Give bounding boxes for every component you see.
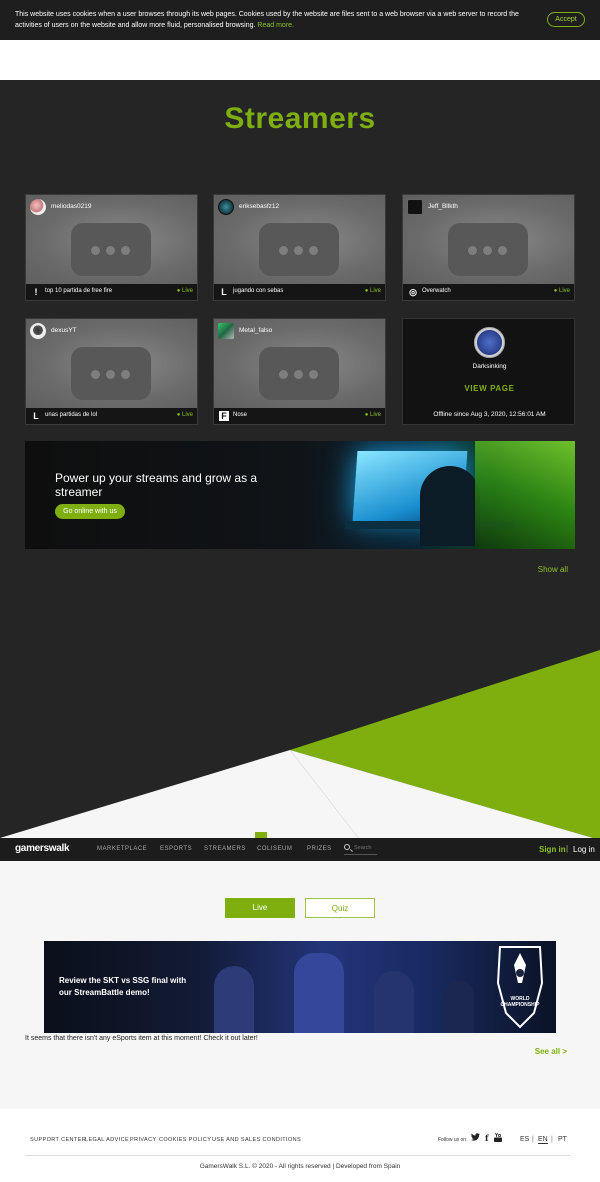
facebook-icon[interactable]: f	[485, 1133, 488, 1143]
cookie-accept-button[interactable]: Accept	[547, 12, 585, 27]
sign-in-link[interactable]: Sign in	[539, 845, 566, 854]
main-navbar: gamerswalk MARKETPLACE ESPORTS STREAMERS…	[0, 838, 600, 861]
language-en[interactable]: EN	[538, 1136, 548, 1144]
language-es[interactable]: ES	[520, 1136, 529, 1143]
tab-live[interactable]: Live	[225, 898, 295, 918]
stream-title: Overwatch	[422, 288, 451, 294]
stream-footer: F Nose ● Live	[214, 408, 385, 424]
stream-title: top 10 partida de free fire	[45, 288, 113, 294]
stream-footer: ◎ Overwatch ● Live	[403, 284, 574, 300]
game-icon: L	[33, 411, 39, 421]
live-status: ● Live	[176, 412, 193, 418]
language-separator: |	[532, 1136, 534, 1143]
streamer-name: Darksinking	[472, 363, 507, 370]
streamer-name: eriksebasfz12	[239, 203, 280, 210]
streamer-name: Metal_falso	[239, 327, 273, 334]
streamers-section: Streamers meliodas0219 ! top 10 partida …	[0, 80, 600, 840]
world-championship-logo-text: WORLD CHAMPIONSHIP	[500, 996, 540, 1008]
live-status: ● Live	[553, 288, 570, 294]
character-silhouette	[444, 981, 474, 1033]
offline-since-text: Offline since Aug 3, 2020, 12:56:01 AM	[433, 411, 546, 418]
live-status: ● Live	[176, 288, 193, 294]
decorative-triangles	[0, 650, 600, 840]
cookie-banner: This website uses cookies when a user br…	[0, 0, 600, 40]
stream-card[interactable]: dexusYT L unas partidas de lol ● Live	[25, 318, 198, 425]
avatar	[30, 323, 46, 339]
character-silhouette	[374, 971, 414, 1033]
streamer-promo-banner: Power up your streams and grow as a stre…	[25, 441, 575, 549]
gamerswalk-logo[interactable]: gamerswalk	[15, 843, 70, 854]
character-silhouette	[214, 966, 254, 1033]
green-glow-decoration	[475, 441, 575, 549]
game-icon: L	[221, 287, 227, 297]
stream-footer: L unas partidas de lol ● Live	[26, 408, 197, 424]
search-icon	[344, 844, 350, 850]
gamer-silhouette	[420, 466, 480, 546]
streamer-name: Jeff_Bllkth	[428, 203, 458, 210]
game-icon: !	[34, 287, 38, 297]
streamer-avatar	[474, 327, 505, 358]
stream-title: Nose	[233, 412, 248, 418]
streamers-title: Streamers	[224, 102, 376, 135]
live-status: ● Live	[364, 288, 381, 294]
go-online-button[interactable]: Go online with us	[55, 504, 125, 519]
stream-title: jugando con sebas	[233, 288, 284, 294]
avatar	[30, 199, 46, 215]
video-placeholder-icon	[71, 223, 151, 276]
stream-card[interactable]: eriksebasfz12 L jugando con sebas ● Live	[213, 194, 386, 301]
overwatch-icon: ◎	[409, 287, 417, 297]
youtube-icon[interactable]	[494, 1132, 502, 1144]
avatar	[218, 199, 234, 215]
banner-headline: Power up your streams and grow as a stre…	[55, 471, 258, 500]
cookie-read-more-link[interactable]: Read more.	[257, 22, 294, 29]
video-placeholder-icon	[71, 347, 151, 400]
stream-card[interactable]: Jeff_Bllkth ◎ Overwatch ● Live	[402, 194, 575, 301]
follow-us-label: Follow us on:	[438, 1137, 468, 1143]
see-all-link[interactable]: See all >	[535, 1047, 567, 1056]
streamer-name: dexusYT	[51, 327, 77, 334]
footer-support-center-link[interactable]: SUPPORT CENTER	[30, 1137, 86, 1143]
show-all-streamers-link[interactable]: Show all	[538, 565, 568, 574]
stream-card[interactable]: meliodas0219 ! top 10 partida de free fi…	[25, 194, 198, 301]
search-input[interactable]: Search	[344, 844, 377, 855]
stream-card[interactable]: Metal_falso F Nose ● Live	[213, 318, 386, 425]
stream-title: unas partidas de lol	[45, 412, 98, 418]
log-in-link[interactable]: Log in	[573, 845, 595, 854]
nav-separator: |	[566, 844, 569, 853]
character-silhouette	[294, 953, 344, 1033]
footer-cookies-policy-link[interactable]: COOKIES POLICY	[159, 1137, 211, 1143]
copyright-text: GamersWalk S.L. © 2020 - All rights rese…	[199, 1163, 401, 1170]
view-page-link[interactable]: VIEW PAGE	[403, 384, 576, 393]
footer-privacy-link[interactable]: PRIVACY	[130, 1137, 157, 1143]
search-placeholder: Search	[354, 845, 372, 851]
video-placeholder-icon	[259, 223, 339, 276]
footer-use-conditions-link[interactable]: USE AND SALES CONDITIONS	[212, 1137, 301, 1143]
footer-legal-advice-link[interactable]: LEGAL ADVICE	[85, 1137, 129, 1143]
live-status: ● Live	[364, 412, 381, 418]
tab-quiz[interactable]: Quiz	[305, 898, 375, 918]
empty-esports-message: It seems that there isn't any eSports it…	[25, 1035, 258, 1042]
language-pt[interactable]: PT	[558, 1136, 567, 1143]
nav-coliseum[interactable]: COLISEUM	[257, 846, 292, 852]
promo-headline: Review the SKT vs SSG final with our Str…	[59, 976, 187, 997]
nav-marketplace[interactable]: MARKETPLACE	[97, 846, 147, 852]
game-icon: F	[219, 411, 229, 421]
nav-prizes[interactable]: PRIZES	[307, 846, 332, 852]
streambattle-promo-banner[interactable]: Review the SKT vs SSG final with our Str…	[44, 941, 556, 1033]
stream-footer: L jugando con sebas ● Live	[214, 284, 385, 300]
video-placeholder-icon	[448, 223, 528, 276]
offline-streamer-card[interactable]: Darksinking VIEW PAGE Offline since Aug …	[402, 318, 575, 425]
language-separator: |	[551, 1136, 553, 1143]
avatar	[218, 323, 234, 339]
nav-esports[interactable]: ESPORTS	[160, 846, 192, 852]
top-spacer	[0, 40, 600, 80]
stream-footer: ! top 10 partida de free fire ● Live	[26, 284, 197, 300]
twitter-icon[interactable]	[471, 1133, 480, 1143]
footer: SUPPORT CENTER LEGAL ADVICE PRIVACY COOK…	[0, 1109, 600, 1182]
streamer-name: meliodas0219	[51, 203, 92, 210]
avatar	[407, 199, 423, 215]
nav-streamers[interactable]: STREAMERS	[204, 846, 246, 852]
video-placeholder-icon	[259, 347, 339, 400]
footer-divider	[25, 1155, 570, 1156]
